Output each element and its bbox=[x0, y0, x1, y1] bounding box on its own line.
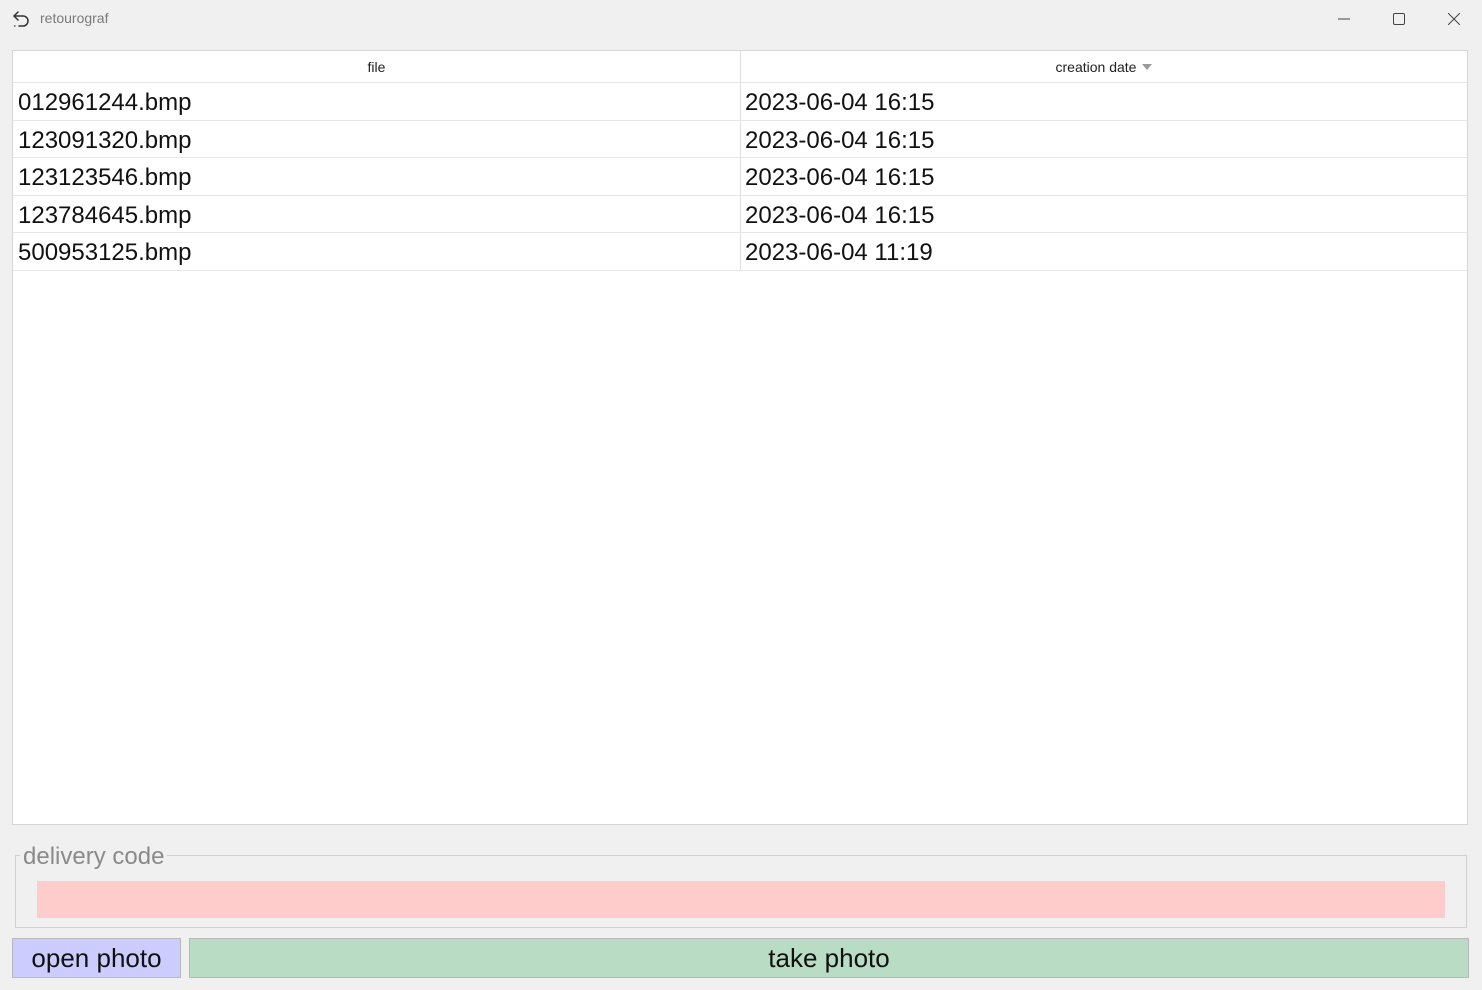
cell-file: 123784645.bmp bbox=[18, 201, 192, 229]
close-button[interactable] bbox=[1427, 0, 1481, 38]
open-photo-button[interactable]: open photo bbox=[12, 938, 181, 978]
file-table[interactable]: file creation date 012961244.bmp 2023-06… bbox=[12, 50, 1468, 825]
close-icon bbox=[1448, 13, 1460, 25]
back-arrow-icon[interactable] bbox=[11, 9, 31, 29]
delivery-code-label: delivery code bbox=[20, 843, 168, 871]
column-header-label: creation date bbox=[1055, 59, 1137, 75]
maximize-icon bbox=[1393, 13, 1405, 25]
table-row[interactable]: 123091320.bmp 2023-06-04 16:15 bbox=[13, 121, 1467, 158]
cell-creation-date: 2023-06-04 16:15 bbox=[745, 164, 935, 191]
cell-creation-date: 2023-06-04 11:19 bbox=[745, 239, 933, 266]
cell-creation-date: 2023-06-04 16:15 bbox=[745, 201, 935, 229]
cell-file: 500953125.bmp bbox=[18, 239, 192, 266]
cell-file: 123091320.bmp bbox=[18, 126, 192, 154]
delivery-code-input[interactable] bbox=[37, 881, 1445, 918]
cell-creation-date: 2023-06-04 16:15 bbox=[745, 126, 935, 154]
take-photo-button[interactable]: take photo bbox=[189, 938, 1469, 978]
cell-file: 123123546.bmp bbox=[18, 164, 192, 191]
table-row[interactable]: 012961244.bmp 2023-06-04 16:15 bbox=[13, 83, 1467, 121]
table-row[interactable]: 500953125.bmp 2023-06-04 11:19 bbox=[13, 233, 1467, 271]
table-row[interactable]: 123123546.bmp 2023-06-04 16:15 bbox=[13, 158, 1467, 196]
table-header: file creation date bbox=[13, 51, 1467, 83]
table-row[interactable]: 123784645.bmp 2023-06-04 16:15 bbox=[13, 196, 1467, 233]
minimize-button[interactable] bbox=[1317, 0, 1371, 38]
title-bar: retourograf bbox=[0, 0, 1482, 38]
table-body: 012961244.bmp 2023-06-04 16:15 123091320… bbox=[13, 83, 1467, 271]
column-header-label: file bbox=[367, 59, 386, 75]
cell-creation-date: 2023-06-04 16:15 bbox=[745, 89, 935, 116]
column-header-file[interactable]: file bbox=[13, 51, 741, 82]
maximize-button[interactable] bbox=[1372, 0, 1426, 38]
sort-descending-icon bbox=[1142, 64, 1153, 71]
column-header-creation-date[interactable]: creation date bbox=[741, 51, 1467, 82]
window-title: retourograf bbox=[40, 10, 109, 26]
cell-file: 012961244.bmp bbox=[18, 89, 192, 116]
minimize-icon bbox=[1338, 18, 1350, 20]
